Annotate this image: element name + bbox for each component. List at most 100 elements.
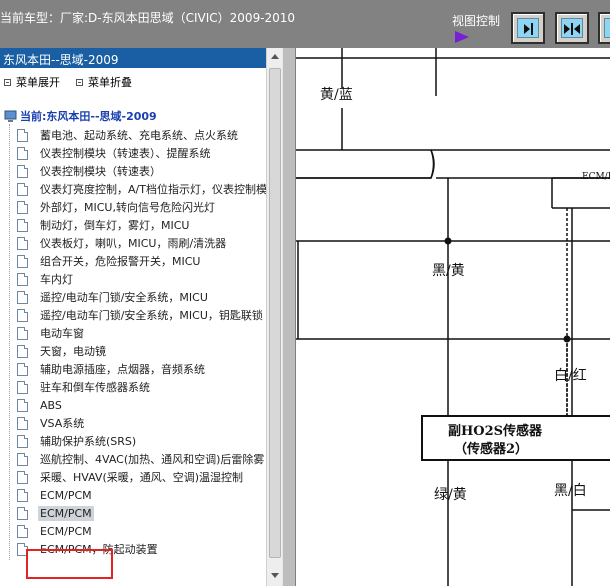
tree-item-label: 天窗，电动镜 — [40, 345, 106, 358]
tree-item-label: ECM/PCM — [40, 488, 92, 502]
scroll-down-icon[interactable] — [271, 573, 279, 578]
document-icon — [17, 200, 28, 214]
tree-root[interactable]: 当前:东风本田--思域-2009 — [4, 108, 157, 124]
tree-item[interactable]: 仪表控制模块（转速表）、提醒系统 — [17, 144, 213, 162]
expand-menu-button[interactable]: 菜单展开 — [4, 74, 60, 90]
scroll-up-icon[interactable] — [271, 54, 279, 59]
document-icon — [17, 308, 28, 322]
next-page-button[interactable] — [511, 12, 545, 44]
tree-item-label: 仪表板灯，喇叭，MICU，雨刷/清洗器 — [40, 237, 227, 250]
document-icon — [17, 416, 28, 430]
wire-label-black-white: 黑/白 — [554, 483, 587, 499]
tree-item[interactable]: 巡航控制、4VAC(加热、通风和空调)后雷除雾 — [17, 450, 266, 468]
tree-item-label: ABS — [40, 398, 62, 412]
document-icon — [17, 488, 28, 502]
sensor-sub: （传感器2） — [454, 442, 529, 457]
tree-item-label: 巡航控制、4VAC(加热、通风和空调)后雷除雾 — [40, 453, 265, 466]
tree-item-label: 车内灯 — [40, 273, 73, 286]
tree-item-label: ECM/PCM — [38, 505, 94, 521]
tree-item[interactable]: ECM/PCM — [17, 504, 94, 522]
vehicle-title: 当前车型：厂家:D-东风本田思域（CIVIC）2009-2010 — [0, 11, 296, 25]
wiring-lines — [296, 48, 610, 586]
document-icon — [17, 470, 28, 484]
document-icon — [17, 290, 28, 304]
navigation-pane: 东风本田--思域-2009 菜单展开 菜单折叠 当前:东风本田--思域-2009… — [0, 48, 282, 586]
tree-item[interactable]: 辅助保护系统(SRS) — [17, 432, 138, 450]
document-icon — [17, 218, 28, 232]
tree-item-label: VSA系统 — [40, 417, 85, 430]
tree-item[interactable]: 仪表控制模块（转速表） — [17, 162, 163, 180]
tree-item[interactable]: 天窗，电动镜 — [17, 342, 108, 360]
tree-item-label: 驻车和倒车传感器系统 — [40, 381, 150, 394]
tree-item[interactable]: ECM/PCM，防起动装置 — [17, 540, 160, 558]
tree-item[interactable]: 驻车和倒车传感器系统 — [17, 378, 152, 396]
collapse-box-icon — [4, 78, 11, 86]
tree-item[interactable]: 车内灯 — [17, 270, 75, 288]
wire-label-black-yellow: 黑/黄 — [432, 263, 465, 279]
tree-item[interactable]: 遥控/电动车门锁/安全系统，MICU，钥匙联锁 — [17, 306, 265, 324]
tree-guide-line — [9, 124, 10, 560]
tree-item-label: 制动灯，倒车灯，雾灯，MICU — [40, 219, 190, 232]
pane-header: 东风本田--思域-2009 — [0, 48, 266, 68]
tree-item-label: ECM/PCM，防起动装置 — [40, 543, 158, 556]
document-icon — [17, 398, 28, 412]
tree-item-label: 辅助保护系统(SRS) — [40, 435, 137, 448]
tree-item-label: 仪表控制模块（转速表）、提醒系统 — [40, 147, 211, 160]
tree-item[interactable]: 仪表灯亮度控制，A/T档位指示灯，仪表控制模 — [17, 180, 269, 198]
title-bar: 当前车型：厂家:D-东风本田思域（CIVIC）2009-2010 视图控制 — [0, 0, 610, 48]
wire-label-yellow-blue: 黄/蓝 — [320, 87, 353, 103]
tree-item-label: 辅助电源插座，点烟器，音频系统 — [40, 363, 205, 376]
step-forward-icon — [524, 23, 533, 35]
tree-scrollbar[interactable] — [266, 48, 282, 586]
tree-item[interactable]: ECM/PCM — [17, 522, 94, 540]
wire-label-green-yellow: 绿/黄 — [434, 487, 467, 503]
tree-item-label: 外部灯，MICU,转向信号危险闪光灯 — [40, 201, 215, 214]
document-icon — [17, 146, 28, 160]
tree-item-label: 仪表控制模块（转速表） — [40, 165, 161, 178]
tree-item[interactable]: ECM/PCM — [17, 486, 94, 504]
document-icon — [17, 182, 28, 196]
tree-item-label: 遥控/电动车门锁/安全系统，MICU — [40, 291, 208, 304]
tree-item[interactable]: ABS — [17, 396, 64, 414]
tree-item-label: 蓄电池、起动系统、充电系统、点火系统 — [40, 129, 238, 142]
document-icon — [17, 254, 28, 268]
tree-item-label: 电动车窗 — [40, 327, 84, 340]
tree-item[interactable]: 外部灯，MICU,转向信号危险闪光灯 — [17, 198, 217, 216]
tree-item[interactable]: VSA系统 — [17, 414, 86, 432]
document-icon — [17, 542, 28, 556]
sensor-name: 副HO2S传感器 — [448, 424, 543, 439]
tree-item[interactable]: 组合开关，危险报警开关，MICU — [17, 252, 202, 270]
wire-label-white-red: 白/红 — [554, 368, 587, 384]
tree-item[interactable]: 辅助电源插座，点烟器，音频系统 — [17, 360, 207, 378]
tree-item[interactable]: 制动灯，倒车灯，雾灯，MICU — [17, 216, 191, 234]
document-icon — [17, 506, 28, 520]
menu-toolbar: 菜单展开 菜单折叠 — [0, 72, 266, 90]
collapse-box-icon — [76, 78, 83, 86]
ecm-label: ECM/P — [582, 172, 610, 182]
fit-width-icon — [564, 23, 580, 35]
document-icon — [17, 344, 28, 358]
document-icon — [17, 326, 28, 340]
computer-icon — [4, 110, 17, 122]
document-icon — [17, 380, 28, 394]
tree-item[interactable]: 遥控/电动车门锁/安全系统，MICU — [17, 288, 210, 306]
tree-item[interactable]: 采暖、HVAV(采暖，通风、空调)温湿控制 — [17, 468, 245, 486]
document-icon — [17, 434, 28, 448]
pane-splitter[interactable] — [282, 48, 296, 586]
tree-item[interactable]: 蓄电池、起动系统、充电系统、点火系统 — [17, 126, 240, 144]
document-icon — [17, 362, 28, 376]
fit-width-button[interactable] — [555, 12, 589, 44]
tree-item[interactable]: 仪表板灯，喇叭，MICU，雨刷/清洗器 — [17, 234, 228, 252]
tree-item-label: ECM/PCM — [40, 524, 92, 538]
tree-item-label: 采暖、HVAV(采暖，通风、空调)温湿控制 — [40, 471, 244, 484]
zoom-button[interactable] — [598, 12, 610, 44]
document-icon — [17, 452, 28, 466]
tree-item[interactable]: 电动车窗 — [17, 324, 86, 342]
document-icon — [17, 236, 28, 250]
collapse-menu-button[interactable]: 菜单折叠 — [76, 74, 132, 90]
document-icon — [17, 272, 28, 286]
wiring-diagram: 黄/蓝 ECM/P 黑/黄 白/红 副HO2S传感器 （传感器2） 绿/黄 黑/… — [296, 48, 610, 586]
play-icon[interactable] — [455, 31, 469, 43]
view-control-label: 视图控制 — [452, 14, 501, 28]
scrollbar-thumb[interactable] — [269, 68, 281, 558]
